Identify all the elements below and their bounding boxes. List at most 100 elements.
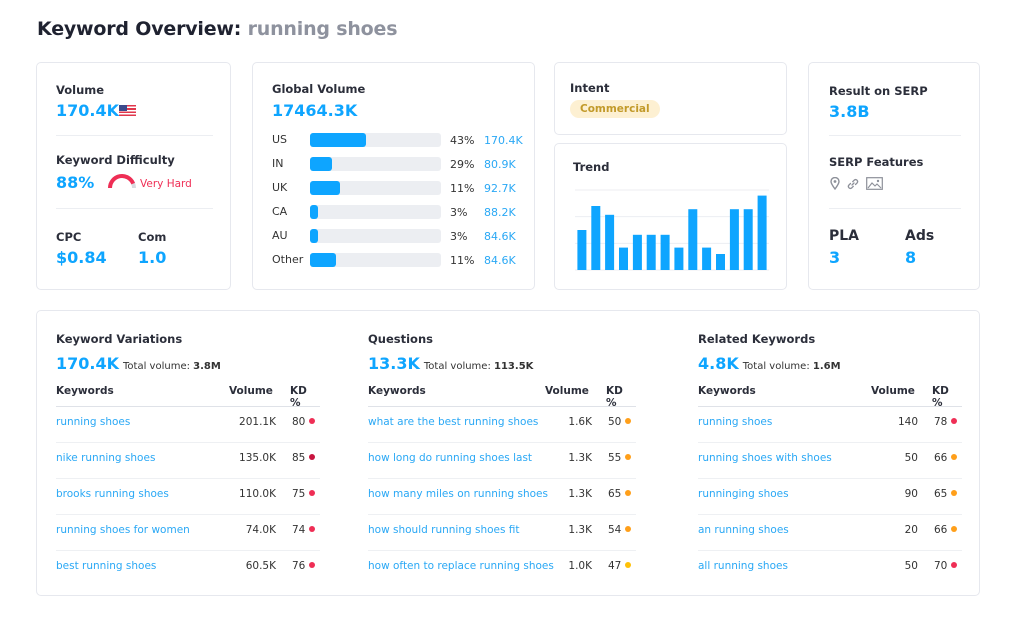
- volume-label: Volume: [56, 83, 105, 97]
- intent-card: Intent Commercial: [554, 62, 787, 135]
- trend-bar[interactable]: [632, 234, 642, 270]
- share-bar-track: [310, 253, 441, 267]
- keyword-link[interactable]: running shoes with shoes: [698, 452, 832, 464]
- keyword-link[interactable]: brooks running shoes: [56, 488, 169, 500]
- section-count: 170.4K: [56, 354, 120, 373]
- section-summary: 170.4K Total volume: 3.8M: [56, 354, 221, 373]
- keyword-link[interactable]: how often to replace running shoes: [368, 560, 554, 572]
- keyword-link[interactable]: all running shoes: [698, 560, 788, 572]
- trend-bar[interactable]: [591, 206, 601, 270]
- divider: [56, 135, 213, 136]
- trend-bar[interactable]: [743, 209, 753, 270]
- kd-gauge-icon: [108, 174, 136, 189]
- country-volume[interactable]: 84.6K: [484, 254, 516, 267]
- global-volume-total: 17464.3K: [272, 101, 358, 120]
- share-percent: 29%: [450, 158, 475, 171]
- share-percent: 43%: [450, 134, 475, 147]
- keyword-kd: 65: [934, 488, 958, 500]
- image-icon[interactable]: [866, 177, 883, 190]
- trend-bar[interactable]: [757, 195, 767, 270]
- kd-number: 66: [934, 524, 948, 536]
- keyword-kd: 50: [608, 416, 632, 428]
- trend-bar[interactable]: [729, 209, 739, 270]
- header-volume[interactable]: Volume: [229, 385, 273, 397]
- country-volume[interactable]: 92.7K: [484, 182, 516, 195]
- page-title-keyword: running shoes: [247, 18, 398, 40]
- trend-bar[interactable]: [688, 209, 698, 270]
- country-volume[interactable]: 88.2K: [484, 206, 516, 219]
- keyword-link[interactable]: runninging shoes: [698, 488, 789, 500]
- trend-bar[interactable]: [605, 214, 615, 270]
- keyword-volume: 1.0K: [568, 560, 592, 572]
- global-volume-card: Global Volume 17464.3K US 43% 170.4K IN 29% 8…: [252, 62, 535, 290]
- keyword-volume: 50: [904, 452, 918, 464]
- kd-number: 75: [292, 488, 306, 500]
- table-row: how often to replace running shoes 1.0K 47: [368, 551, 636, 587]
- header-keywords[interactable]: Keywords: [698, 385, 756, 397]
- header-keywords[interactable]: Keywords: [56, 385, 114, 397]
- summary-card: Volume 170.4K Keyword Difficulty 88% Ver…: [36, 62, 231, 290]
- ads-label: Ads: [905, 228, 935, 244]
- keyword-link[interactable]: how long do running shoes last: [368, 452, 532, 464]
- kd-level-dot-icon: [625, 562, 632, 568]
- keyword-link[interactable]: how should running shoes fit: [368, 524, 520, 536]
- trend-bar[interactable]: [646, 234, 656, 270]
- kd-number: 85: [292, 452, 306, 464]
- trend-bar[interactable]: [674, 247, 684, 270]
- keyword-link[interactable]: nike running shoes: [56, 452, 155, 464]
- keyword-link[interactable]: best running shoes: [56, 560, 156, 572]
- cpc-value: $0.84: [56, 248, 107, 267]
- kd-level-dot-icon: [951, 562, 958, 568]
- trend-card: Trend: [554, 143, 787, 290]
- share-bar-fill: [310, 157, 333, 171]
- keyword-link[interactable]: how many miles on running shoes: [368, 488, 548, 500]
- header-volume[interactable]: Volume: [545, 385, 589, 397]
- keyword-link[interactable]: what are the best running shoes: [368, 416, 538, 428]
- keyword-volume: 110.0K: [239, 488, 276, 500]
- kd-level-dot-icon: [625, 490, 632, 496]
- total-volume-label: Total volume:: [423, 361, 491, 372]
- keyword-volume: 140: [897, 416, 918, 428]
- link-icon[interactable]: [846, 177, 860, 190]
- trend-bar[interactable]: [716, 254, 725, 270]
- total-volume: Total volume: 3.8M: [123, 361, 221, 372]
- country-volume[interactable]: 84.6K: [484, 230, 516, 243]
- header-volume[interactable]: Volume: [871, 385, 915, 397]
- keyword-kd: 76: [292, 560, 316, 572]
- keyword-kd: 80: [292, 416, 316, 428]
- serp-card: Result on SERP 3.8B SERP Features PLA 3 …: [808, 62, 980, 290]
- share-bar-track: [310, 229, 441, 243]
- keyword-link[interactable]: running shoes: [56, 416, 130, 428]
- keyword-link[interactable]: running shoes: [698, 416, 772, 428]
- header-keywords[interactable]: Keywords: [368, 385, 426, 397]
- keyword-kd: 70: [934, 560, 958, 572]
- kd-number: 70: [934, 560, 948, 572]
- country-code: AU: [272, 229, 288, 242]
- country-volume[interactable]: 80.9K: [484, 158, 516, 171]
- total-volume-value: 113.5K: [494, 361, 534, 372]
- table-row: running shoes for women 74.0K 74: [56, 515, 320, 551]
- keyword-link[interactable]: running shoes for women: [56, 524, 190, 536]
- keyword-kd: 85: [292, 452, 316, 464]
- total-volume: Total volume: 1.6M: [743, 361, 841, 372]
- com-label: Com: [138, 230, 167, 244]
- table-row: what are the best running shoes 1.6K 50: [368, 407, 636, 443]
- global-volume-row: US 43% 170.4K: [272, 131, 532, 149]
- trend-bar[interactable]: [702, 247, 712, 270]
- share-percent: 11%: [450, 254, 475, 267]
- trend-bar[interactable]: [577, 230, 587, 270]
- keyword-kd: 74: [292, 524, 316, 536]
- share-bar-track: [310, 181, 441, 195]
- table-row: running shoes 201.1K 80: [56, 407, 320, 443]
- kd-label: Keyword Difficulty: [56, 153, 175, 167]
- trend-bar[interactable]: [619, 247, 628, 270]
- share-percent: 3%: [450, 206, 468, 219]
- country-volume[interactable]: 170.4K: [484, 134, 523, 147]
- us-flag-icon: [119, 105, 136, 116]
- location-pin-icon[interactable]: [830, 177, 840, 190]
- trend-bar[interactable]: [660, 234, 670, 270]
- global-volume-row: AU 3% 84.6K: [272, 227, 532, 245]
- cpc-label: CPC: [56, 230, 82, 244]
- kd-number: 65: [934, 488, 948, 500]
- keyword-link[interactable]: an running shoes: [698, 524, 789, 536]
